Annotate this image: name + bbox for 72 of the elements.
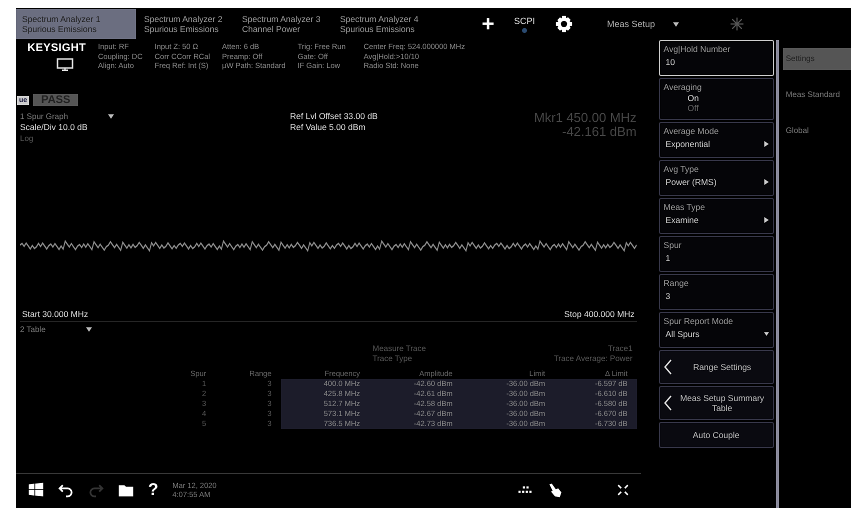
softkey-label: Range	[664, 277, 690, 289]
radio-option[interactable]: Off	[664, 103, 769, 113]
softkey-value: All Spurs	[664, 328, 701, 341]
softkey-label: Range Settings	[692, 362, 752, 372]
window-title[interactable]: 1 Spur Graph	[20, 111, 290, 122]
softkey[interactable]: Avg|Hold Number 10	[658, 40, 774, 76]
window-title[interactable]: 2 Table	[20, 325, 637, 334]
analyzer-tab[interactable]: Spectrum Analyzer 3 Channel Power	[236, 9, 332, 39]
ref-value-text: Ref Value 5.00 dBm	[290, 122, 366, 133]
meta-value: Trace Average: Power	[554, 354, 633, 364]
submenu-arrow-icon	[764, 217, 769, 223]
help-button[interactable]: ?	[148, 480, 158, 500]
softkey-label: Avg Type	[664, 163, 700, 175]
log-text: Log	[20, 133, 34, 144]
folder-icon[interactable]	[118, 482, 134, 498]
menu-tab[interactable]: Meas Standard	[782, 84, 851, 106]
logo: KEYSIGHT	[27, 42, 86, 54]
menu-tab[interactable]: Global	[782, 120, 851, 142]
touch-icon[interactable]	[546, 482, 563, 498]
marker-frequency: Mkr1 450.00 MHz	[534, 111, 637, 125]
fullscreen-icon[interactable]	[616, 484, 629, 496]
meta-label: Measure Trace	[372, 344, 426, 354]
softkey[interactable]: Meas Type Examine	[658, 198, 774, 234]
windows-icon[interactable]	[28, 482, 44, 498]
softkey[interactable]: Spur Report Mode All Spurs	[658, 312, 774, 348]
ref-offset-text: Ref Lvl Offset 33.00 dB	[290, 111, 379, 122]
softkey-label: Averaging	[664, 81, 703, 93]
analyzer-tab[interactable]: Spectrum Analyzer 4 Spurious Emissions	[334, 9, 430, 39]
submenu-arrow-icon	[764, 179, 769, 185]
add-button[interactable]: +	[476, 11, 500, 37]
softkey-label: Meas Type	[664, 201, 706, 213]
softkey-value: 1	[664, 252, 672, 265]
softkey[interactable]: Range 3	[658, 274, 774, 310]
softkey-value: Examine	[664, 214, 700, 227]
softkey-label: Auto Couple	[692, 430, 741, 440]
analyzer-tab[interactable]: Spectrum Analyzer 2 Spurious Emissions	[138, 9, 234, 39]
softkey-label: Spur Report Mode	[664, 315, 734, 327]
softkey-label: Average Mode	[664, 125, 720, 137]
softkey-button[interactable]: Auto Couple	[658, 422, 774, 448]
softkey[interactable]: Average Mode Exponential	[658, 122, 774, 158]
marker-amplitude: -42.161 dBm	[562, 125, 637, 139]
softkey-button[interactable]: Meas Setup Summary Table	[658, 386, 774, 420]
meas-setup-dropdown[interactable]: Meas Setup	[607, 19, 718, 29]
undo-icon[interactable]	[58, 482, 74, 498]
softkey-value: 3	[664, 290, 672, 303]
stop-frequency: Stop 400.000 MHz	[564, 309, 635, 319]
softkey-value: Power (RMS)	[664, 176, 718, 189]
softkey[interactable]: Avg Type Power (RMS)	[658, 160, 774, 196]
sparkle-icon	[729, 16, 746, 32]
caret-icon	[673, 22, 680, 26]
start-frequency: Start 30.000 MHz	[22, 309, 88, 319]
submenu-arrow-icon	[764, 141, 769, 147]
meta-value: Trace1	[608, 344, 633, 354]
softkey[interactable]: Averaging On Off	[658, 78, 774, 120]
scale-text: Scale/Div 10.0 dB	[20, 122, 89, 133]
back-chevron-icon	[664, 395, 672, 411]
softkey-value: Exponential	[664, 138, 711, 151]
settings-icon[interactable]	[555, 15, 574, 33]
caret-icon	[86, 327, 92, 332]
monitor-icon[interactable]	[56, 58, 74, 72]
softkey-button[interactable]: Range Settings	[658, 350, 774, 384]
softkey-label: Spur	[664, 239, 683, 251]
softkey-label: Avg|Hold Number	[664, 43, 732, 55]
radio-option[interactable]: On	[664, 93, 769, 103]
softkey-value: 10	[664, 56, 676, 69]
caret-icon	[108, 114, 114, 119]
softkey[interactable]: Spur 1	[658, 236, 774, 272]
softkey-label: Meas Setup Summary Table	[679, 393, 766, 413]
meta-label: Trace Type	[372, 354, 412, 364]
back-chevron-icon	[664, 359, 672, 375]
scpi-button[interactable]: SCPI	[514, 16, 536, 32]
caret-icon	[764, 331, 769, 337]
